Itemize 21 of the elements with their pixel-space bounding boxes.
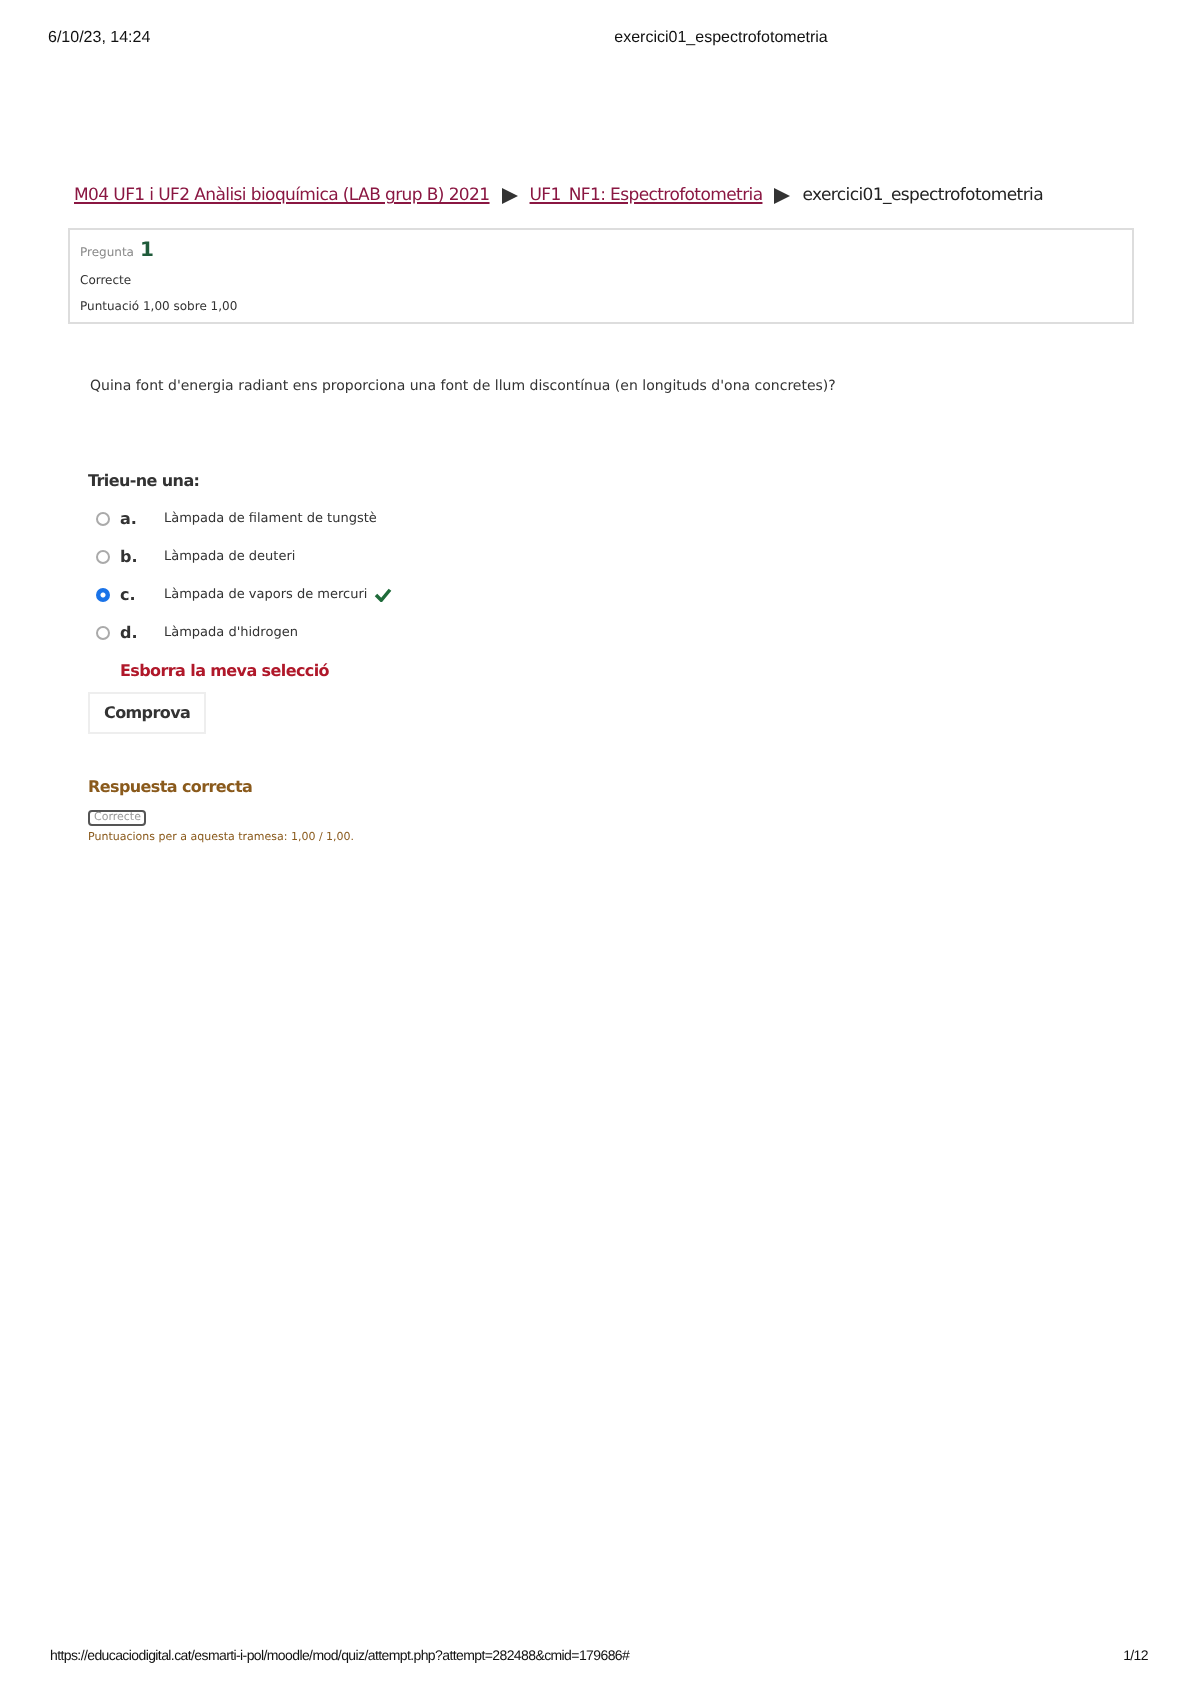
radio-button[interactable] [96,511,110,525]
breadcrumb-current: exercici01_espectrofotometria [802,186,1043,206]
clear-selection-link[interactable]: Esborra la meva selecció [120,662,329,680]
breadcrumb-link[interactable]: M04 UF1 i UF2 Anàlisi bioquímica (LAB grup B) 2021 [74,186,490,206]
question-number: 1 [139,240,154,262]
option-letter: a. [120,509,139,527]
breadcrumb-separator-icon [774,188,791,204]
checkmark-icon [373,587,392,601]
radio-button[interactable] [96,549,110,563]
print-title: exercici01_espectrofotometria [614,28,828,46]
option-letter: c. [120,585,138,603]
option-letter: b. [120,547,140,565]
breadcrumb-separator-icon [501,188,518,204]
option-letter: d. [120,623,140,641]
print-date: 6/10/23, 14:24 [48,28,151,46]
check-button[interactable]: Comprova [88,692,207,734]
radio-button[interactable] [96,625,110,639]
breadcrumb-link[interactable]: UF1_NF1: Espectrofotometria [529,186,763,206]
answer-prompt: Trieu-ne una: [88,472,202,490]
feedback-title: Respuesta correcta [88,778,255,796]
radio-button[interactable] [96,587,110,601]
